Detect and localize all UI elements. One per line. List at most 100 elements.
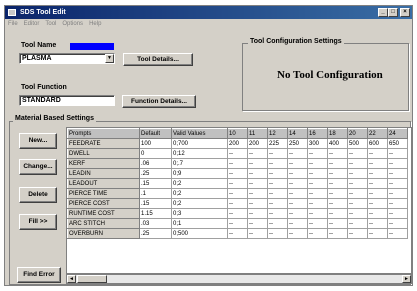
value-cell[interactable]: -- bbox=[227, 198, 248, 209]
value-cell[interactable]: -- bbox=[347, 218, 368, 229]
find-error-button[interactable]: Find Error bbox=[17, 267, 61, 283]
value-cell[interactable]: -- bbox=[287, 198, 308, 209]
prompt-cell[interactable]: ARC STITCH bbox=[67, 218, 140, 229]
prompt-cell[interactable]: PIERCE COST bbox=[67, 198, 140, 209]
value-cell[interactable]: -- bbox=[227, 218, 248, 229]
value-cell[interactable]: 100 bbox=[139, 138, 172, 149]
value-cell[interactable]: 600 bbox=[367, 138, 388, 149]
title-bar[interactable]: SDS Tool Edit _ □ × bbox=[5, 6, 412, 19]
value-cell[interactable]: 650 bbox=[387, 138, 408, 149]
value-cell[interactable]: -- bbox=[287, 168, 308, 179]
table-row[interactable]: OVERBURN .25 0;500 -- -- -- -- -- -- -- -- -- bbox=[67, 228, 408, 239]
value-cell[interactable]: -- bbox=[247, 208, 268, 219]
scroll-right-icon[interactable]: ► bbox=[402, 275, 411, 283]
prompt-cell[interactable]: KERF bbox=[67, 158, 140, 169]
value-cell[interactable]: -- bbox=[367, 168, 388, 179]
value-cell[interactable]: 500 bbox=[347, 138, 368, 149]
table-row[interactable]: PIERCE COST .15 0;2 -- -- -- -- -- -- -- -- -- bbox=[67, 198, 408, 209]
value-cell[interactable]: 0;500 bbox=[171, 228, 228, 239]
column-header[interactable]: Prompts bbox=[67, 128, 140, 139]
value-cell[interactable]: -- bbox=[347, 208, 368, 219]
value-cell[interactable]: 0;12 bbox=[171, 148, 228, 159]
value-cell[interactable]: -- bbox=[307, 168, 328, 179]
column-header[interactable]: 20 bbox=[347, 128, 368, 139]
value-cell[interactable]: -- bbox=[387, 198, 408, 209]
table-row[interactable]: ARC STITCH .03 0;1 -- -- -- -- -- -- -- -- -- bbox=[67, 218, 408, 229]
column-header[interactable]: 24 bbox=[387, 128, 408, 139]
value-cell[interactable]: -- bbox=[287, 208, 308, 219]
scroll-thumb[interactable] bbox=[77, 275, 107, 283]
value-cell[interactable]: -- bbox=[347, 188, 368, 199]
value-cell[interactable]: .03 bbox=[139, 218, 172, 229]
tool-details-button[interactable]: Tool Details... bbox=[123, 53, 193, 66]
value-cell[interactable]: -- bbox=[307, 158, 328, 169]
value-cell[interactable]: .15 bbox=[139, 178, 172, 189]
fill-button[interactable]: Fill >> bbox=[19, 214, 57, 230]
value-cell[interactable]: 0;700 bbox=[171, 138, 228, 149]
value-cell[interactable]: -- bbox=[367, 178, 388, 189]
value-cell[interactable]: .25 bbox=[139, 168, 172, 179]
value-cell[interactable]: -- bbox=[347, 158, 368, 169]
value-cell[interactable]: -- bbox=[387, 168, 408, 179]
value-cell[interactable]: -- bbox=[267, 168, 288, 179]
value-cell[interactable]: -- bbox=[367, 148, 388, 159]
value-cell[interactable]: -- bbox=[227, 178, 248, 189]
column-header[interactable]: 22 bbox=[367, 128, 388, 139]
chevron-down-icon[interactable]: ▼ bbox=[105, 54, 114, 63]
value-cell[interactable]: -- bbox=[367, 198, 388, 209]
value-cell[interactable]: -- bbox=[227, 168, 248, 179]
value-cell[interactable]: -- bbox=[307, 148, 328, 159]
value-cell[interactable]: 400 bbox=[327, 138, 348, 149]
menu-editor[interactable]: Editor bbox=[24, 21, 40, 27]
maximize-icon[interactable]: □ bbox=[388, 8, 398, 17]
value-cell[interactable]: -- bbox=[247, 148, 268, 159]
value-cell[interactable]: -- bbox=[307, 188, 328, 199]
value-cell[interactable]: -- bbox=[307, 198, 328, 209]
value-cell[interactable]: 0;2 bbox=[171, 188, 228, 199]
value-cell[interactable]: -- bbox=[247, 158, 268, 169]
value-cell[interactable]: -- bbox=[327, 208, 348, 219]
column-header[interactable]: 14 bbox=[287, 128, 308, 139]
value-cell[interactable]: -- bbox=[267, 198, 288, 209]
value-cell[interactable]: -- bbox=[327, 188, 348, 199]
table-row[interactable]: RUNTIME COST 1.15 0;3 -- -- -- -- -- -- -- -- -- bbox=[67, 208, 408, 219]
value-cell[interactable]: .15 bbox=[139, 198, 172, 209]
column-header[interactable]: 11 bbox=[247, 128, 268, 139]
value-cell[interactable]: -- bbox=[267, 158, 288, 169]
value-cell[interactable]: -- bbox=[227, 228, 248, 239]
value-cell[interactable]: -- bbox=[367, 218, 388, 229]
prompt-cell[interactable]: RUNTIME COST bbox=[67, 208, 140, 219]
value-cell[interactable]: -- bbox=[367, 228, 388, 239]
value-cell[interactable]: -- bbox=[287, 228, 308, 239]
value-cell[interactable]: -- bbox=[267, 188, 288, 199]
value-cell[interactable]: -- bbox=[287, 178, 308, 189]
value-cell[interactable]: -- bbox=[327, 158, 348, 169]
value-cell[interactable]: -- bbox=[387, 218, 408, 229]
column-header[interactable]: 16 bbox=[307, 128, 328, 139]
column-header[interactable]: 10 bbox=[227, 128, 248, 139]
value-cell[interactable]: -- bbox=[307, 178, 328, 189]
value-cell[interactable]: 0;2 bbox=[171, 198, 228, 209]
value-cell[interactable]: -- bbox=[327, 198, 348, 209]
table-row[interactable]: PIERCE TIME .1 0;2 -- -- -- -- -- -- -- -- -- bbox=[67, 188, 408, 199]
value-cell[interactable]: -- bbox=[387, 228, 408, 239]
horizontal-scrollbar[interactable]: ◄ ► bbox=[66, 274, 412, 284]
value-cell[interactable]: -- bbox=[247, 228, 268, 239]
value-cell[interactable]: -- bbox=[227, 208, 248, 219]
prompt-cell[interactable]: DWELL bbox=[67, 148, 140, 159]
value-cell[interactable]: -- bbox=[327, 228, 348, 239]
value-cell[interactable]: 0;9 bbox=[171, 168, 228, 179]
column-header[interactable]: Default bbox=[139, 128, 172, 139]
value-cell[interactable]: -- bbox=[367, 158, 388, 169]
value-cell[interactable]: 1.15 bbox=[139, 208, 172, 219]
value-cell[interactable]: -- bbox=[287, 148, 308, 159]
value-cell[interactable]: -- bbox=[347, 198, 368, 209]
value-cell[interactable]: 0;.7 bbox=[171, 158, 228, 169]
column-header[interactable]: 18 bbox=[327, 128, 348, 139]
column-header[interactable]: 12 bbox=[267, 128, 288, 139]
table-row[interactable]: DWELL 0 0;12 -- -- -- -- -- -- -- -- -- bbox=[67, 148, 408, 159]
value-cell[interactable]: -- bbox=[267, 178, 288, 189]
value-cell[interactable]: -- bbox=[287, 188, 308, 199]
value-cell[interactable]: 300 bbox=[307, 138, 328, 149]
value-cell[interactable]: 225 bbox=[267, 138, 288, 149]
